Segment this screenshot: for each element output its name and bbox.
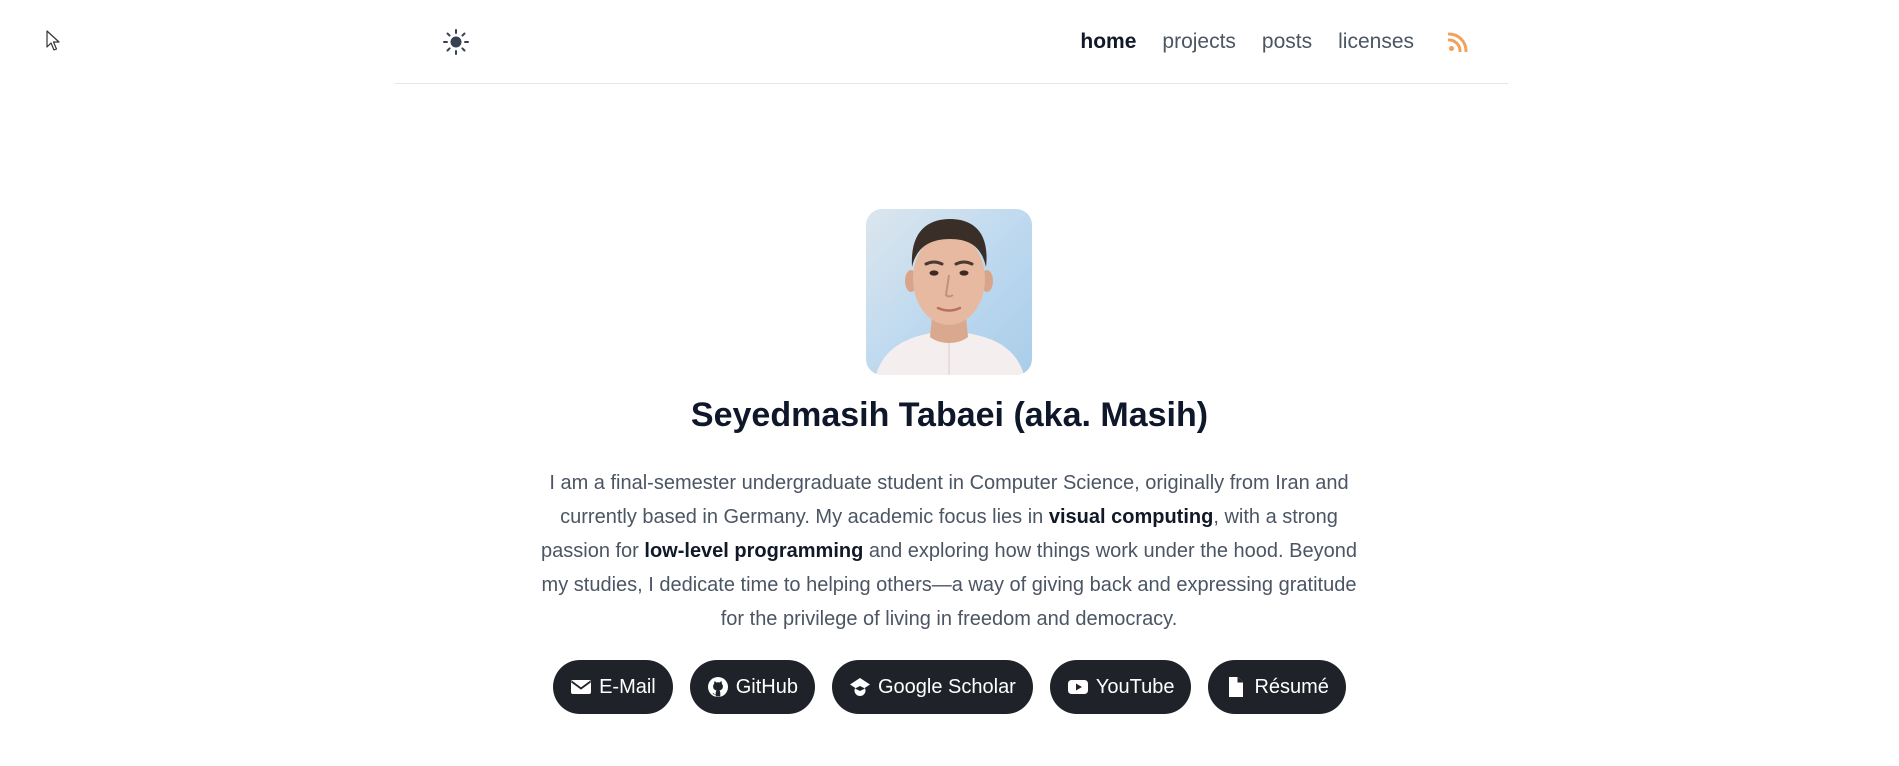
profile-name: Seyedmasih Tabaei (aka. Masih) — [690, 396, 1209, 434]
profile-photo-icon — [876, 219, 1024, 375]
mouse-cursor-icon — [46, 30, 60, 51]
avatar — [866, 209, 1032, 375]
google-scholar-button-label: Google Scholar — [877, 675, 1016, 698]
rss-icon[interactable] — [1448, 32, 1468, 52]
github-button[interactable]: GitHub — [689, 660, 815, 714]
youtube-button-label: YouTube — [1095, 675, 1175, 698]
github-icon — [707, 677, 728, 697]
resume-button-label: Résumé — [1254, 675, 1329, 698]
google-scholar-button[interactable]: Google Scholar — [831, 660, 1033, 714]
bio-highlight-low-level-programming: low-level programming — [644, 540, 864, 562]
graduation-cap-icon — [849, 678, 870, 696]
github-button-label: GitHub — [735, 675, 798, 698]
file-icon — [1229, 677, 1244, 697]
site-header: home projects posts licenses — [394, 0, 1508, 84]
bio-highlight-visual-computing: visual computing — [1048, 506, 1214, 528]
main-nav: home projects posts licenses — [1054, 0, 1468, 84]
nav-posts[interactable]: posts — [1262, 30, 1312, 54]
resume-button[interactable]: Résumé — [1208, 660, 1346, 714]
nav-projects[interactable]: projects — [1162, 30, 1236, 54]
profile-bio: I am a final-semester undergraduate stud… — [540, 466, 1358, 636]
nav-licenses[interactable]: licenses — [1338, 30, 1414, 54]
nav-home[interactable]: home — [1080, 30, 1136, 54]
youtube-button[interactable]: YouTube — [1049, 660, 1192, 714]
envelope-icon — [571, 680, 592, 694]
sun-icon[interactable] — [442, 28, 470, 56]
youtube-icon — [1067, 680, 1088, 694]
social-links: E-Mail GitHub Google Scholar YouTube Rés… — [0, 660, 1899, 714]
email-button-label: E-Mail — [599, 675, 656, 698]
email-button[interactable]: E-Mail — [553, 660, 673, 714]
